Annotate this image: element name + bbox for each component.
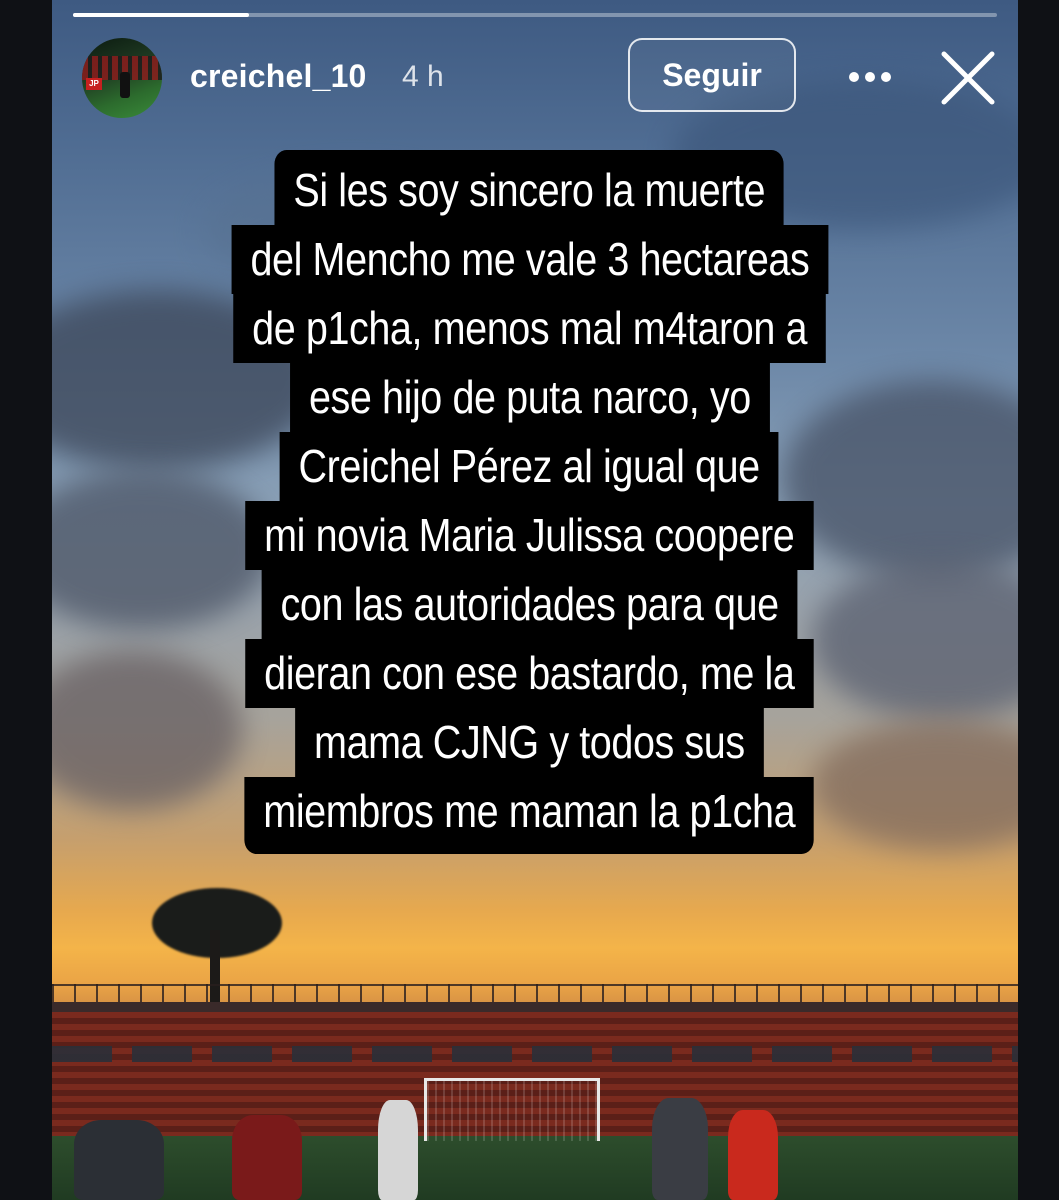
football-field [52,1136,1018,1200]
caption-line: Creichel Pérez al igual que [279,432,780,501]
player [232,1115,302,1200]
username[interactable]: creichel_10 [190,58,367,95]
ad-boards [52,1046,1018,1062]
goal-post [424,1078,600,1141]
caption-line: mama CJNG y todos sus [295,708,764,777]
more-dots-icon [849,72,891,82]
caption-line: Si les soy sincero la muerte [274,150,785,225]
caption-line: dieran con ese bastardo, me la [245,639,814,708]
follow-button[interactable]: Seguir [628,38,796,112]
story-viewer: JP creichel_10 4 h Seguir Si les soy sin… [0,0,1059,1200]
story-progress-fill [73,13,249,17]
story-progress-bar [73,13,997,17]
story-text-overlay: Si les soy sincero la muerte del Mencho … [0,150,1059,854]
avatar[interactable]: JP [82,38,162,118]
caption-line: del Mencho me vale 3 hectareas [231,225,828,294]
player [74,1120,164,1200]
post-time: 4 h [402,60,444,93]
close-button[interactable] [936,46,1000,110]
caption-line: mi novia Maria Julissa coopere [245,501,814,570]
player [378,1100,418,1200]
caption-line: miembros me maman la p1cha [244,777,815,854]
player [728,1110,778,1200]
close-icon [941,51,995,105]
caption-line: de p1cha, menos mal m4taron a [233,294,826,363]
more-options-button[interactable] [840,52,900,102]
caption-line: con las autoridades para que [261,570,798,639]
caption-line: ese hijo de puta narco, yo [289,363,770,432]
player [652,1098,708,1200]
